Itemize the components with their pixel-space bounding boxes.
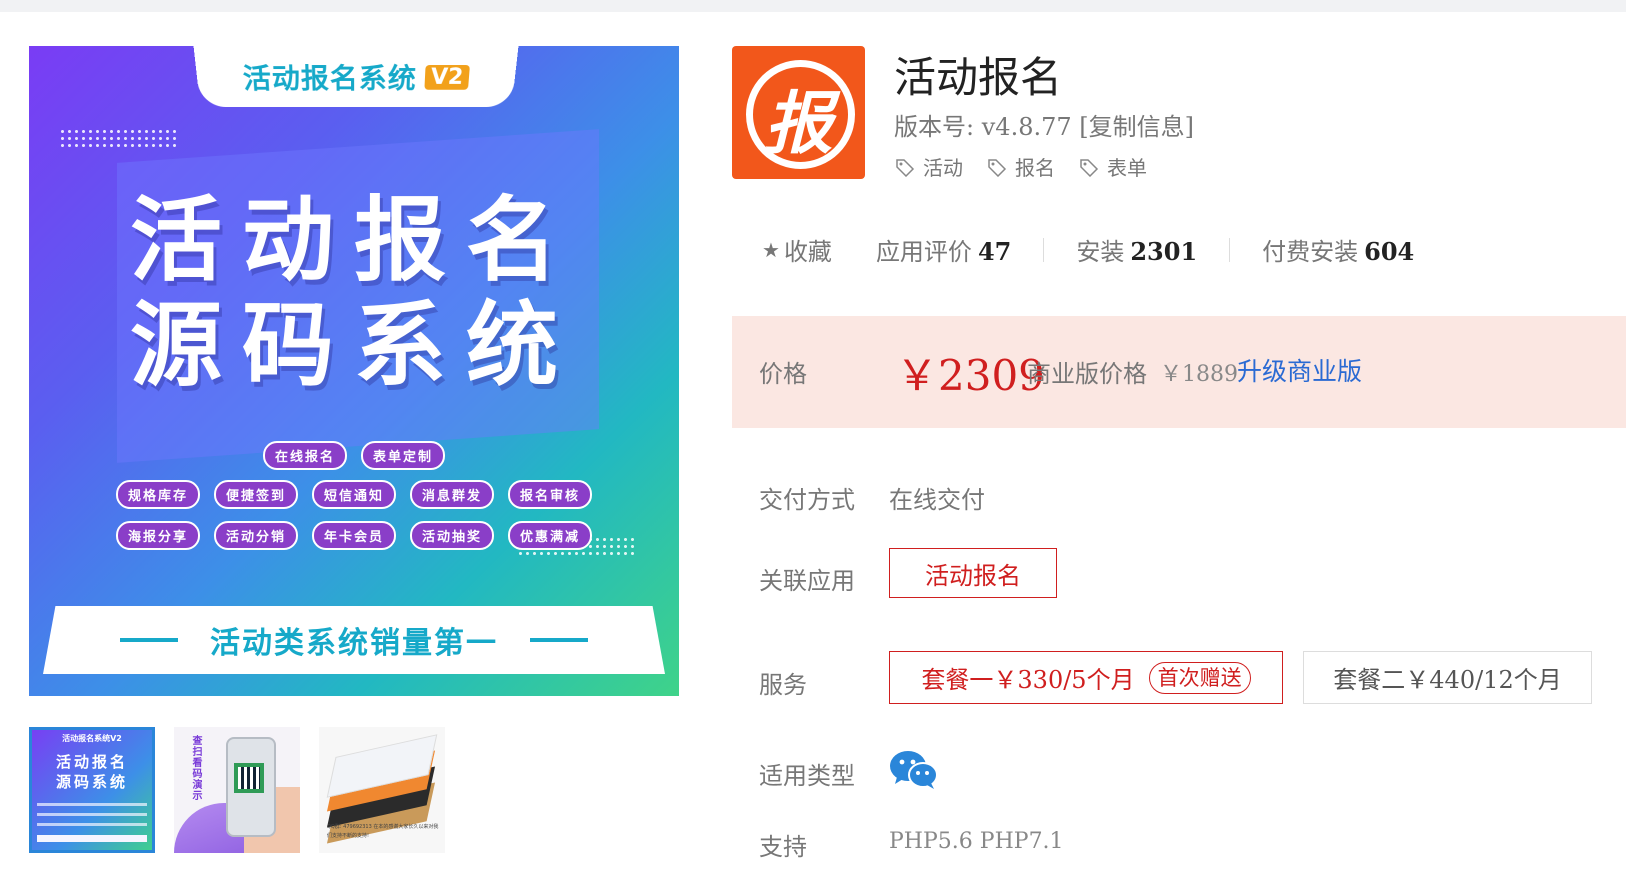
first-gift-badge: 首次赠送 (1148, 661, 1251, 694)
tag-label: 表单 (1107, 156, 1147, 180)
tag-label: 报名 (1015, 156, 1055, 180)
version-label: 版本号: (894, 113, 975, 141)
version-line: 版本号: v4.8.77 [复制信息] (894, 107, 1194, 142)
tag-item[interactable]: 表单 (1079, 152, 1147, 181)
tag-icon (988, 158, 1007, 177)
thumbnail-bottom-strip (37, 835, 147, 842)
favorite-button[interactable]: ★ 收藏 (762, 232, 832, 267)
feature-chip: 海报分享 (115, 521, 200, 550)
delivery-value: 在线交付 (889, 486, 985, 514)
delivery-label: 交付方式 (759, 486, 855, 514)
decor-dash (530, 638, 588, 642)
feature-chip: 短信通知 (311, 480, 396, 509)
thumbnail-title: 活动报名系统V2 (62, 734, 122, 743)
banner-tab-badge: V2 (424, 64, 471, 90)
stats-divider (1043, 237, 1045, 262)
decor-dash (120, 638, 178, 642)
tag-icon (1080, 158, 1099, 177)
price-value: ￥2309 (896, 351, 1045, 400)
feature-chips-row-2: 规格库存 便捷签到 短信通知 消息群发 报名审核 (29, 480, 679, 509)
decor-dots (59, 128, 177, 150)
install-stat: 安装 2301 (1076, 232, 1197, 267)
top-bar (0, 0, 1626, 12)
banner-bottom-text: 活动类系统销量第一 (210, 626, 498, 661)
thumbnail-3[interactable]: QQ群: 479692313 在本的感谢大家长久以来对我们支持不断的支持! (319, 727, 445, 853)
feature-chip: 优惠满减 (508, 521, 593, 550)
package-2-price: ￥440/12个月 (1405, 666, 1562, 694)
related-app-button[interactable]: 活动报名 (889, 548, 1057, 598)
star-icon: ★ (762, 237, 780, 262)
feature-chip: 在线报名 (262, 441, 347, 470)
applicable-type-label: 适用类型 (759, 762, 855, 790)
service-label: 服务 (759, 671, 807, 699)
thumbnail-headline-2: 源码系统 (55, 773, 128, 791)
favorite-label: 收藏 (783, 238, 832, 266)
package-1-price: ￥330/5个月 (993, 666, 1135, 694)
thumbnail-chip-row (37, 803, 147, 806)
version-value: v4.8.77 (981, 113, 1072, 141)
banner-headline-2: 源码系统 (129, 292, 578, 399)
feature-chip: 便捷签到 (213, 480, 298, 509)
paid-install-label: 付费安装 (1262, 238, 1359, 266)
tag-icon (896, 158, 915, 177)
qr-code-pattern (238, 767, 260, 789)
support-label: 支持 (759, 833, 807, 861)
feature-chip: 年卡会员 (311, 521, 396, 550)
app-icon-glyph: 报 (764, 84, 833, 164)
thumbnail-chip-row (37, 813, 147, 816)
thumbnail-caption: QQ群: 479692313 在本的感谢大家长久以来对我们支持不断的支持! (327, 824, 439, 839)
thumbnail-2[interactable]: 查扫看码演示 (174, 727, 300, 853)
wechat-icon (890, 751, 937, 789)
install-value: 2301 (1130, 237, 1198, 266)
install-label: 安装 (1076, 238, 1125, 266)
thumbnail-1[interactable]: 活动报名系统V2 活动报名 源码系统 (29, 727, 155, 853)
related-app-label: 关联应用 (759, 567, 855, 595)
feature-chip: 消息群发 (410, 480, 495, 509)
business-price-value: ￥1889 (1160, 362, 1238, 387)
feature-chip: 报名审核 (508, 480, 593, 509)
package-2-option[interactable]: 套餐二 ￥440/12个月 (1303, 651, 1592, 704)
feature-chips-row-1: 在线报名 表单定制 (29, 441, 679, 470)
thumbnail-headline-1: 活动报名 (55, 753, 128, 771)
upgrade-business-link[interactable]: 升级商业版 (1237, 352, 1362, 388)
banner-tab-text: 活动报名系统 (241, 61, 418, 95)
rating-stat[interactable]: 应用评价 47 (876, 232, 1011, 267)
feature-chips-row-3: 海报分享 活动分销 年卡会员 活动抽奖 优惠满减 (29, 521, 679, 550)
package-2-name: 套餐二 (1333, 666, 1406, 694)
thumbnail-side-text: 查扫看码演示 (190, 735, 201, 801)
banner-bottom-strip: 活动类系统销量第一 (43, 606, 665, 674)
support-value: PHP5.6 PHP7.1 (889, 829, 1064, 854)
package-1-name: 套餐一 (921, 666, 994, 694)
tag-label: 活动 (923, 156, 963, 180)
product-main-image: 活动报名系统 V2 活动报名 源码系统 在线报名 表单定制 规格库存 便捷签到 … (29, 46, 679, 696)
thumbnail-chip-row (37, 823, 147, 826)
paid-install-value: 604 (1364, 237, 1415, 266)
feature-chip: 活动抽奖 (410, 521, 495, 550)
paid-install-stat: 付费安装 604 (1262, 232, 1414, 267)
app-title: 活动报名 (894, 53, 1063, 102)
copy-info-link[interactable]: [复制信息] (1079, 113, 1194, 141)
feature-chip: 活动分销 (213, 521, 298, 550)
app-icon: 报 (732, 46, 865, 179)
feature-chip: 表单定制 (361, 441, 446, 470)
price-panel: 价格 ￥2309 商业版价格 ￥1889 升级商业版 (732, 316, 1626, 428)
rating-label: 应用评价 (875, 238, 972, 266)
tag-item[interactable]: 活动 (895, 152, 963, 181)
stats-divider (1229, 237, 1231, 262)
stats-bar: ★ 收藏 应用评价 47 安装 2301 付费安装 604 (762, 232, 1414, 267)
tag-item[interactable]: 报名 (987, 152, 1055, 181)
business-price-label: 商业版价格 (1027, 360, 1147, 388)
feature-chip: 规格库存 (115, 480, 200, 509)
price-label: 价格 (759, 360, 807, 388)
package-1-option[interactable]: 套餐一 ￥330/5个月 首次赠送 (889, 651, 1283, 704)
rating-value: 47 (977, 237, 1012, 266)
tag-list: 活动 报名 表单 (895, 152, 1147, 181)
banner-tab: 活动报名系统 V2 (193, 46, 519, 108)
